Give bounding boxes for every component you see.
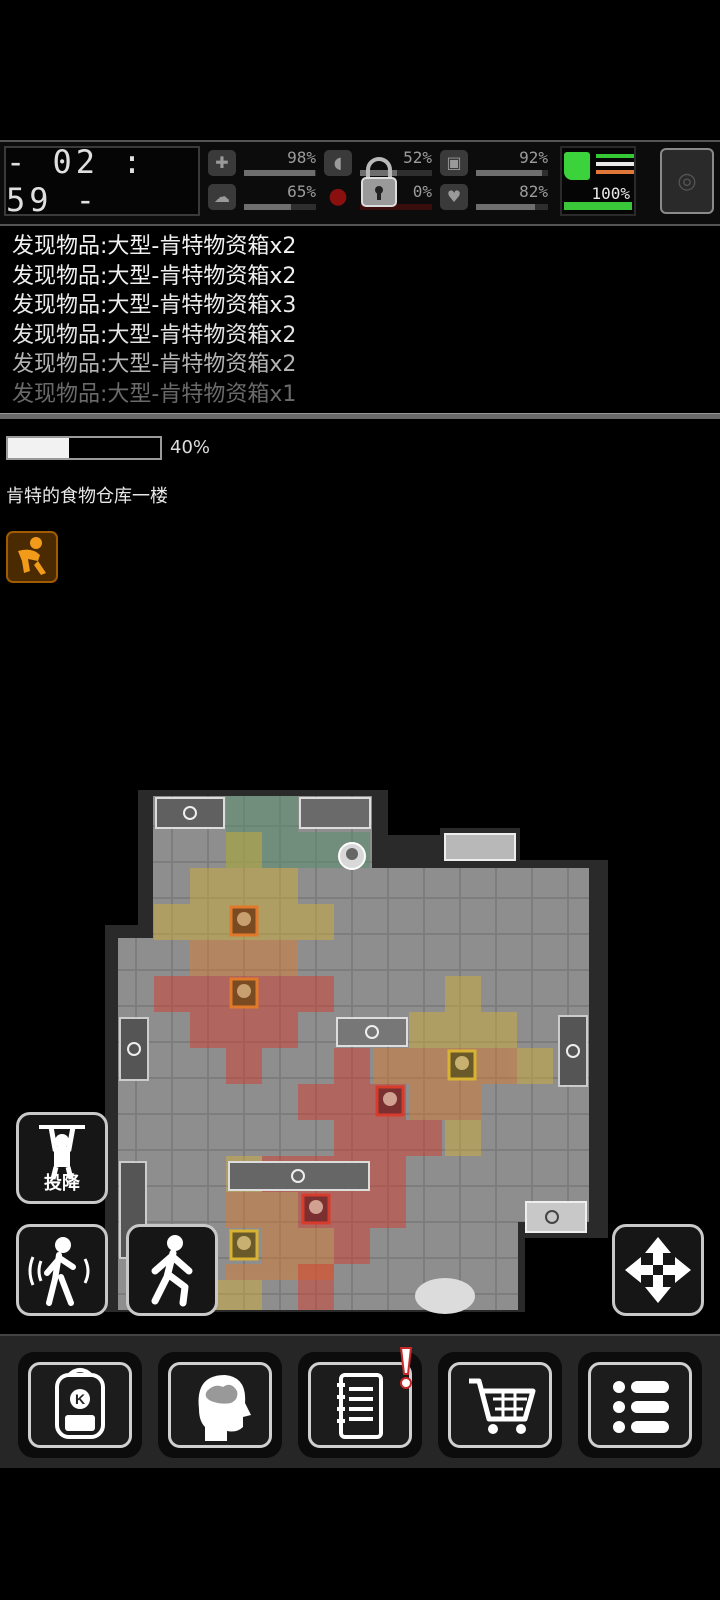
stealth-mode-button[interactable]: [16, 1224, 108, 1316]
brain-icon: ☁: [208, 184, 236, 210]
bleeding-value: 0%: [412, 182, 432, 201]
head-brain-icon: [198, 1375, 251, 1441]
center-view-button[interactable]: [612, 1224, 704, 1316]
recenter-icon: [625, 1237, 691, 1303]
notebook-icon: [337, 1373, 383, 1439]
log-entry: 发现物品:大型-肯特物资箱x2: [12, 234, 297, 259]
progress-label: 40%: [170, 437, 211, 458]
shopping-cart-icon: [469, 1378, 536, 1434]
thirst-stat: ▣ 92%: [440, 148, 550, 178]
progress-fill: [8, 438, 69, 458]
status-hud: - 02 : 59 - ✚ 98% ◖ 52% ▣ 92% ☁ 65% ● 0%…: [0, 140, 720, 226]
stomach-icon: ◖: [324, 150, 352, 176]
search-progress-bar: [6, 436, 162, 460]
walk-mode-button[interactable]: [126, 1224, 218, 1316]
divider: [0, 413, 720, 419]
log-entry: 发现物品:大型-肯特物资箱x2: [12, 263, 297, 289]
log-entry: 发现物品:大型-肯特物资箱x1: [12, 381, 297, 407]
medkit-icon: ✚: [208, 150, 236, 176]
backpack-icon: K: [55, 1368, 105, 1439]
mood-value: 82%: [519, 182, 548, 201]
health-stat: ✚ 98%: [208, 148, 318, 178]
walking-icon: [151, 1235, 193, 1307]
surrender-button[interactable]: 投降: [16, 1112, 108, 1204]
player-marker[interactable]: [338, 842, 366, 870]
thirst-value: 92%: [519, 148, 548, 167]
backpack-button[interactable]: K: [18, 1352, 142, 1458]
sanity-value: 65%: [287, 182, 316, 201]
log-entry: 发现物品:大型-肯特物资箱x2: [12, 352, 297, 377]
canteen-icon: ▣: [440, 150, 468, 176]
game-clock: - 02 : 59 -: [4, 143, 200, 219]
mood-stat: ♥ 82%: [440, 182, 550, 212]
menu-button[interactable]: [578, 1352, 702, 1458]
noise-walk-icon: [28, 1237, 90, 1306]
boot-icon: [564, 152, 590, 180]
alert-icon: [399, 1347, 413, 1389]
message-log: 发现物品:大型-肯特物资箱x2 发现物品:大型-肯特物资箱x2 发现物品:大型-…: [12, 232, 712, 409]
heart-icon: ♥: [440, 184, 468, 210]
radio-icon: ◎: [677, 168, 697, 194]
radio-button[interactable]: ◎: [660, 148, 714, 214]
log-entry: 发现物品:大型-肯特物资箱x3: [12, 293, 297, 318]
location-name: 肯特的食物仓库一楼: [6, 486, 168, 507]
bottom-nav-bar: K: [0, 1334, 720, 1468]
blood-drop-icon: ●: [328, 184, 348, 209]
menu-list-icon: [613, 1381, 669, 1433]
journal-button[interactable]: [298, 1347, 422, 1458]
log-entry: 发现物品:大型-肯特物资箱x2: [12, 322, 297, 348]
stamina-meter: 100%: [560, 146, 636, 216]
sanity-stat: ☁ 65%: [208, 182, 318, 212]
surrender-label: 投降: [44, 1173, 80, 1194]
shop-button[interactable]: [438, 1352, 562, 1458]
fatigue-status-icon[interactable]: [6, 531, 58, 583]
skills-button[interactable]: [158, 1352, 282, 1458]
lock-icon[interactable]: [356, 156, 402, 208]
hunger-value: 52%: [403, 148, 432, 167]
svg-text:K: K: [75, 1391, 85, 1407]
stamina-value: 100%: [591, 184, 630, 203]
health-value: 98%: [287, 148, 316, 167]
